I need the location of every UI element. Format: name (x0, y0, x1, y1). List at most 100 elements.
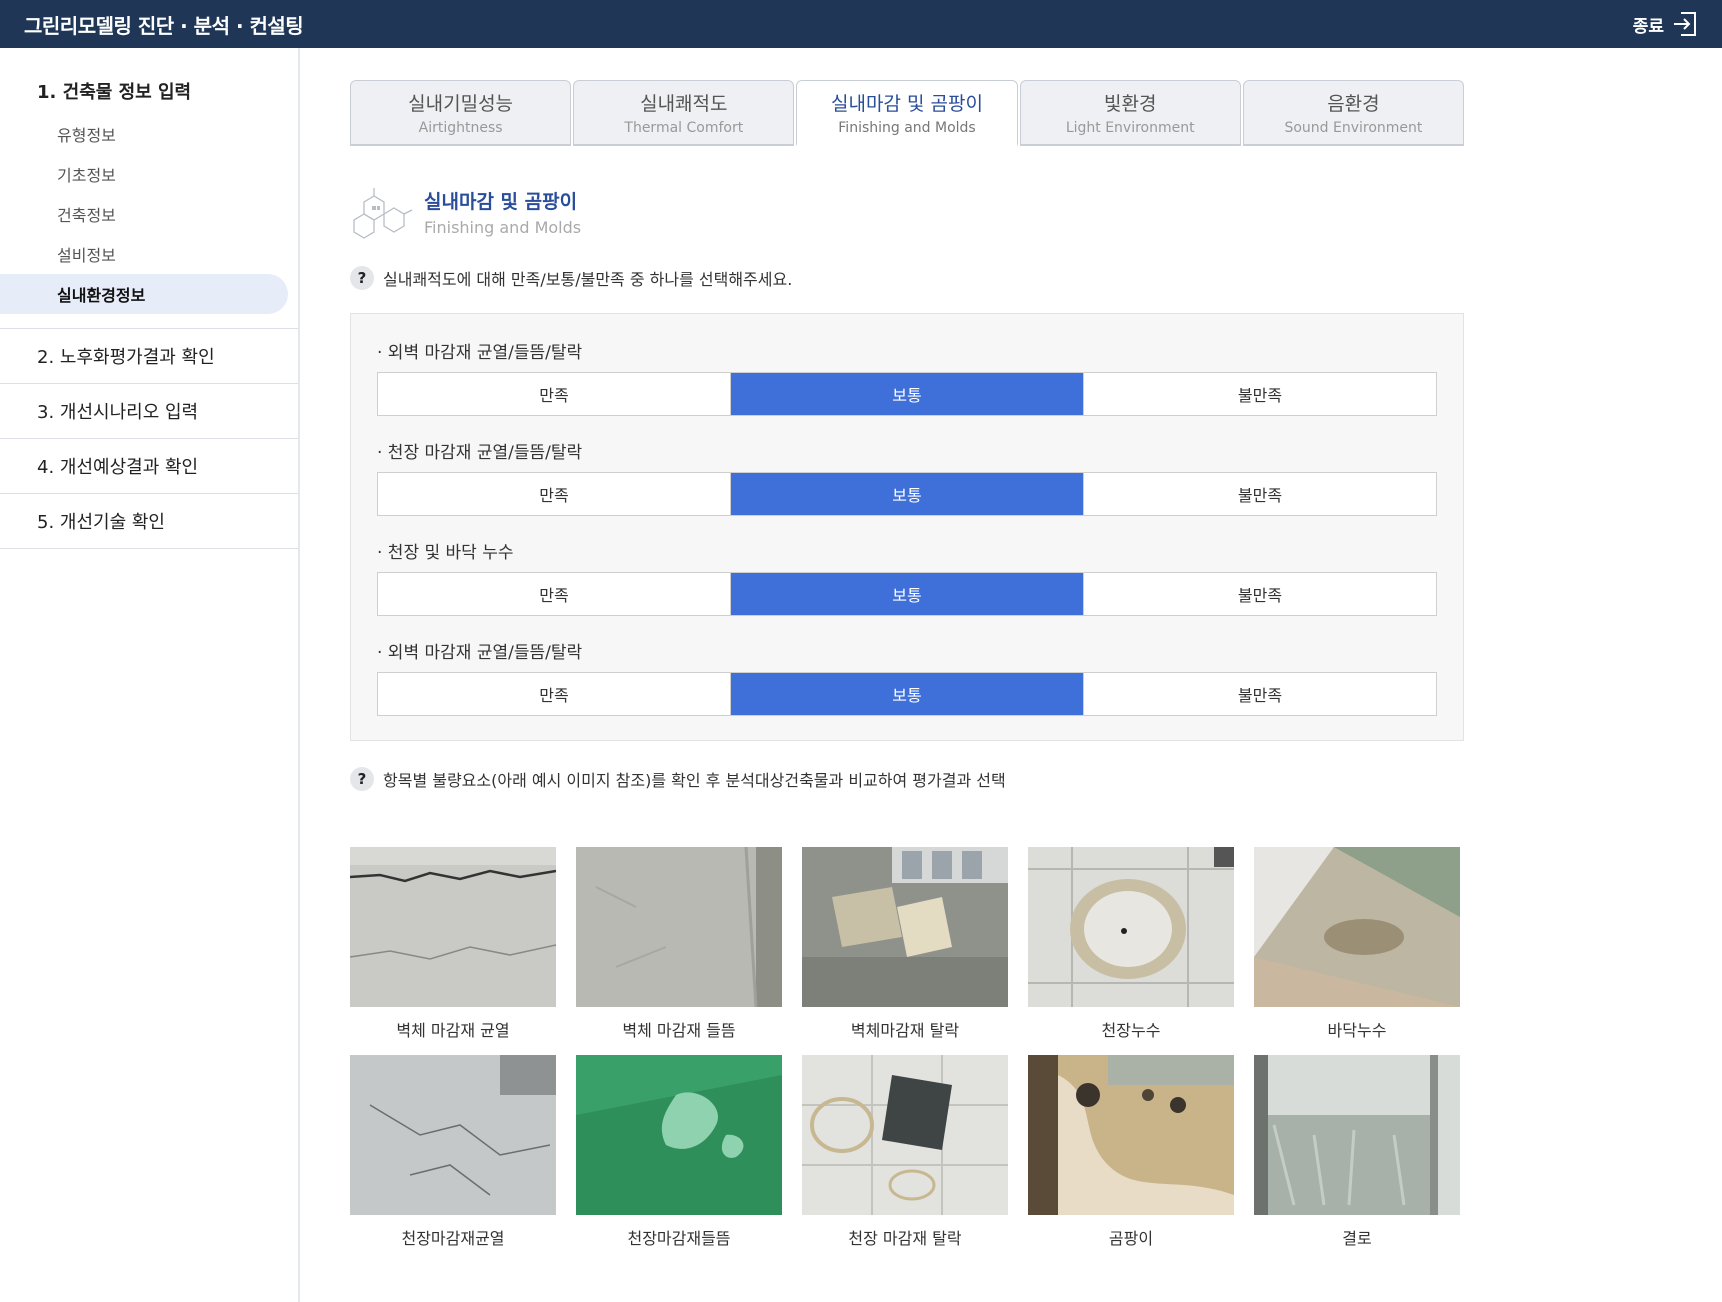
option-dissatisfied[interactable]: 불만족 (1084, 673, 1436, 715)
tab-label-ko: 음환경 (1327, 93, 1380, 115)
condensation-photo (1254, 1055, 1460, 1215)
sidebar-heading-tech[interactable]: 5. 개선기술 확인 (0, 494, 298, 548)
ceiling-crack-photo (350, 1055, 556, 1215)
option-satisfied[interactable]: 만족 (378, 373, 731, 415)
ceiling-detachment-photo (802, 1055, 1008, 1215)
sidebar-item-architecture-info[interactable]: 건축정보 (0, 194, 298, 234)
option-normal[interactable]: 보통 (731, 573, 1084, 615)
rating-label: · 천장 마감재 균열/들뜸/탈락 (377, 443, 583, 463)
molecule-hexagon-icon (353, 188, 413, 239)
sidebar-item-indoor-env-info[interactable]: 실내환경정보 (0, 274, 288, 314)
option-normal[interactable]: 보통 (731, 473, 1084, 515)
gallery-caption: 벽체 마감재 균열 (396, 1021, 510, 1040)
tab-label-en: Finishing and Molds (838, 120, 976, 136)
wall-peeling-photo (576, 847, 782, 1007)
option-satisfied[interactable]: 만족 (378, 473, 731, 515)
rating-item: · 천장 마감재 균열/들뜸/탈락 만족 보통 불만족 (377, 438, 1437, 516)
sidebar-group-scenario: 3. 개선시나리오 입력 (0, 384, 298, 439)
top-header: 그린리모델링 진단 · 분석 · 컨설팅 종료 (0, 0, 1722, 48)
rating-segmented-control: 만족 보통 불만족 (377, 672, 1437, 716)
sidebar-heading-aging-result[interactable]: 2. 노후화평가결과 확인 (0, 329, 298, 383)
tab-finishing-molds[interactable]: 실내마감 및 곰팡이 Finishing and Molds (796, 80, 1018, 146)
gallery-item: 곰팡이 (1028, 1055, 1234, 1248)
tab-label-ko: 실내쾌적도 (640, 93, 728, 115)
option-satisfied[interactable]: 만족 (378, 673, 731, 715)
tab-sound-environment[interactable]: 음환경 Sound Environment (1242, 80, 1465, 146)
ceiling-leak-photo (1028, 847, 1234, 1007)
sidebar-group-building-info: 1. 건축물 정보 입력 유형정보 기초정보 건축정보 설비정보 실내환경정보 (0, 48, 298, 329)
gallery-caption: 벽체마감재 탈락 (850, 1021, 960, 1040)
rating-segmented-control: 만족 보통 불만족 (377, 472, 1437, 516)
gallery-item: 결로 (1254, 1055, 1460, 1248)
rating-panel: · 외벽 마감재 균열/들뜸/탈락 만족 보통 불만족 · 천장 마감재 균열/… (350, 313, 1464, 741)
tab-label-en: Thermal Comfort (624, 120, 744, 136)
rating-item: · 천장 및 바닥 누수 만족 보통 불만족 (377, 538, 1437, 616)
option-dissatisfied[interactable]: 불만족 (1084, 373, 1436, 415)
wall-detachment-photo (802, 847, 1008, 1007)
option-normal[interactable]: 보통 (731, 373, 1084, 415)
sidebar-item-type-info[interactable]: 유형정보 (0, 114, 298, 154)
sidebar-item-basic-info[interactable]: 기초정보 (0, 154, 298, 194)
gallery-caption: 곰팡이 (1108, 1229, 1154, 1248)
tab-label-en: Airtightness (418, 120, 503, 136)
gallery-caption: 벽체 마감재 들뜸 (622, 1021, 736, 1040)
tab-label-ko: 빛환경 (1103, 93, 1157, 115)
gallery-caption: 천장마감재들뜸 (627, 1229, 731, 1248)
sidebar-group-aging-result: 2. 노후화평가결과 확인 (0, 329, 298, 384)
gallery-item: 천장누수 (1028, 847, 1234, 1040)
app-title: 그린리모델링 진단 · 분석 · 컨설팅 (24, 13, 304, 38)
exit-button[interactable]: 종료 (1633, 11, 1698, 37)
example-image-gallery: 벽체 마감재 균열 벽체 마감재 들뜸 벽체마감재 탈락 천장누수 바닥누수 천… (350, 847, 1464, 1248)
section-title-ko: 실내마감 및 곰팡이 (424, 191, 578, 213)
question-defect-compare: ? 항목별 불량요소(아래 예시 이미지 참조)를 확인 후 분석대상건축물과 … (350, 767, 1464, 791)
main-content: 실내기밀성능 Airtightness 실내쾌적도 Thermal Comfor… (350, 80, 1465, 1248)
rating-item: · 외벽 마감재 균열/들뜸/탈락 만족 보통 불만족 (377, 638, 1437, 716)
sidebar-group-tech: 5. 개선기술 확인 (0, 494, 298, 549)
category-tabs: 실내기밀성능 Airtightness 실내쾌적도 Thermal Comfor… (350, 80, 1465, 146)
sidebar-heading-scenario[interactable]: 3. 개선시나리오 입력 (0, 384, 298, 438)
gallery-item: 벽체마감재 탈락 (802, 847, 1008, 1040)
sidebar-item-equipment-info[interactable]: 설비정보 (0, 234, 298, 274)
section-title: 실내마감 및 곰팡이 Finishing and Molds (350, 182, 1464, 242)
mold-photo (1028, 1055, 1234, 1215)
exit-label: 종료 (1632, 16, 1664, 37)
option-dissatisfied[interactable]: 불만족 (1084, 473, 1436, 515)
rating-label: · 외벽 마감재 균열/들뜸/탈락 (377, 343, 583, 363)
tab-thermal-comfort[interactable]: 실내쾌적도 Thermal Comfort (573, 80, 795, 146)
gallery-item: 벽체 마감재 균열 (350, 847, 556, 1040)
question-satisfaction: ? 실내쾌적도에 대해 만족/보통/불만족 중 하나를 선택해주세요. (350, 266, 1464, 290)
gallery-caption: 바닥누수 (1327, 1021, 1387, 1040)
sidebar: 1. 건축물 정보 입력 유형정보 기초정보 건축정보 설비정보 실내환경정보 … (0, 48, 300, 1302)
wall-crack-photo (350, 847, 556, 1007)
tab-label-ko: 실내마감 및 곰팡이 (831, 93, 983, 115)
gallery-item: 천장마감재균열 (350, 1055, 556, 1248)
gallery-caption: 천장마감재균열 (401, 1229, 505, 1248)
tab-label-ko: 실내기밀성능 (408, 93, 514, 115)
gallery-item: 천장마감재들뜸 (576, 1055, 782, 1248)
section-title-en: Finishing and Molds (424, 218, 582, 237)
sidebar-heading-building-info[interactable]: 1. 건축물 정보 입력 (0, 78, 298, 114)
ceiling-peeling-photo (576, 1055, 782, 1215)
sidebar-heading-expected-result[interactable]: 4. 개선예상결과 확인 (0, 439, 298, 493)
gallery-item: 천장 마감재 탈락 (802, 1055, 1008, 1248)
option-normal[interactable]: 보통 (731, 673, 1084, 715)
sidebar-group-expected-result: 4. 개선예상결과 확인 (0, 439, 298, 494)
rating-segmented-control: 만족 보통 불만족 (377, 372, 1437, 416)
rating-label: · 천장 및 바닥 누수 (377, 543, 514, 563)
question-text: 실내쾌적도에 대해 만족/보통/불만족 중 하나를 선택해주세요. (383, 270, 793, 289)
floor-leak-photo (1254, 847, 1460, 1007)
gallery-caption: 천장누수 (1101, 1021, 1161, 1040)
question-mark-icon: ? (350, 767, 374, 791)
gallery-item: 바닥누수 (1254, 847, 1460, 1040)
gallery-caption: 천장 마감재 탈락 (848, 1229, 962, 1248)
gallery-caption: 결로 (1342, 1229, 1372, 1248)
tab-airtightness[interactable]: 실내기밀성능 Airtightness (350, 80, 572, 146)
question-text: 항목별 불량요소(아래 예시 이미지 참조)를 확인 후 분석대상건축물과 비교… (383, 771, 1006, 790)
rating-item: · 외벽 마감재 균열/들뜸/탈락 만족 보통 불만족 (377, 338, 1437, 416)
exit-arrow-icon (1672, 11, 1698, 37)
gallery-item: 벽체 마감재 들뜸 (576, 847, 782, 1040)
tab-light-environment[interactable]: 빛환경 Light Environment (1019, 80, 1241, 146)
tab-label-en: Light Environment (1065, 120, 1195, 136)
option-dissatisfied[interactable]: 불만족 (1084, 573, 1436, 615)
option-satisfied[interactable]: 만족 (378, 573, 731, 615)
